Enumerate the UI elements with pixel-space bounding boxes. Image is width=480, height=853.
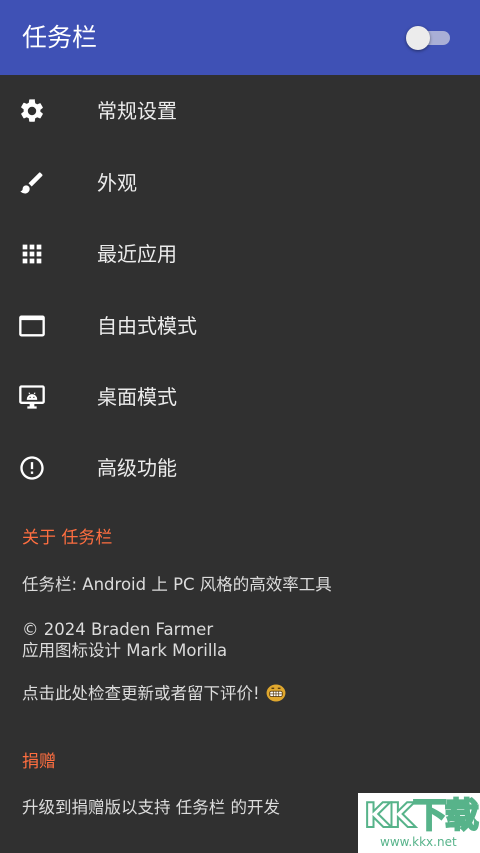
grinning-emoji-icon [266, 684, 286, 702]
about-description: 任务栏: Android 上 PC 风格的高效率工具 [22, 575, 332, 594]
app-title: 任务栏 [22, 23, 98, 52]
menu-item-general-settings[interactable]: 常规设置 [0, 75, 480, 147]
donate-section-header: 捐赠 [22, 752, 56, 772]
menu-item-desktop-mode[interactable]: 桌面模式 [0, 361, 480, 433]
master-toggle-switch[interactable] [406, 26, 450, 50]
watermark-url: www.kkx.net [380, 835, 457, 849]
about-section-header: 关于 任务栏 [22, 528, 113, 548]
menu-item-advanced-features[interactable]: 高级功能 [0, 432, 480, 504]
desktop-monitor-icon [18, 383, 46, 411]
exclamation-circle-icon [18, 454, 46, 482]
toggle-thumb [406, 26, 430, 50]
window-icon [18, 312, 46, 340]
icon-design-credit: 应用图标设计 Mark Morilla [22, 641, 228, 660]
watermark-logo-text: KK下载 [363, 795, 480, 837]
menu-item-freeform-mode[interactable]: 自由式模式 [0, 290, 480, 362]
donate-text[interactable]: 升级到捐赠版以支持 任务栏 的开发 [22, 797, 280, 819]
menu-label: 高级功能 [97, 456, 177, 480]
grid-apps-icon [18, 240, 46, 268]
copyright-text: © 2024 Braden Farmer [22, 620, 214, 639]
app-bar: 任务栏 [0, 0, 480, 75]
menu-label: 自由式模式 [97, 314, 197, 338]
check-update-text: 点击此处检查更新或者留下评价! [22, 684, 260, 703]
watermark-logo: KK下载 www.kkx.net [358, 793, 480, 853]
menu-item-recent-apps[interactable]: 最近应用 [0, 218, 480, 290]
check-update-link[interactable]: 点击此处检查更新或者留下评价! [22, 683, 286, 705]
menu-label: 桌面模式 [97, 385, 177, 409]
paintbrush-icon [18, 169, 46, 197]
menu-label: 常规设置 [97, 99, 177, 123]
menu-label: 外观 [97, 171, 137, 195]
menu-item-appearance[interactable]: 外观 [0, 147, 480, 219]
gear-icon [18, 97, 46, 125]
menu-label: 最近应用 [97, 242, 177, 266]
